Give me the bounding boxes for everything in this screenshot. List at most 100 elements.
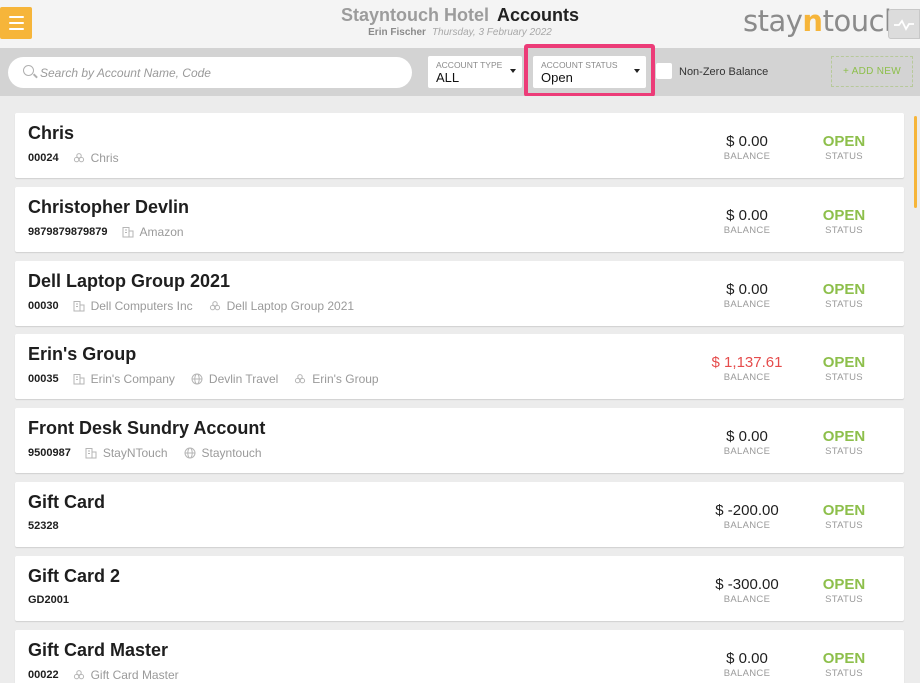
balance-block: $ 0.00 BALANCE	[685, 281, 809, 310]
balance-block: $ 0.00 BALANCE	[685, 133, 809, 162]
account-tag: Erin's Company	[73, 372, 175, 386]
search-input[interactable]	[40, 57, 405, 88]
balance-amount: $ 0.00	[726, 281, 768, 298]
non-zero-balance-label: Non-Zero Balance	[679, 66, 769, 78]
account-tag: Dell Computers Inc	[73, 299, 193, 313]
account-tag-text: Gift Card Master	[90, 668, 179, 682]
balance-block: $ 0.00 BALANCE	[685, 428, 809, 457]
account-tag-text: Chris	[90, 151, 119, 165]
search-box[interactable]	[8, 57, 412, 88]
company-icon	[122, 226, 134, 238]
account-tag: Gift Card Master	[73, 668, 179, 682]
account-code: 52328	[28, 520, 59, 532]
account-type-label: ACCOUNT TYPE	[436, 60, 503, 70]
balance-amount: $ 0.00	[726, 650, 768, 667]
account-card[interactable]: Front Desk Sundry Account 9500987 StayNTou…	[15, 408, 904, 473]
account-type-select[interactable]: ACCOUNT TYPE ALL	[428, 56, 522, 88]
account-tag: Devlin Travel	[191, 372, 278, 386]
account-card[interactable]: Gift Card Master 00022 Gift Card Master $ 0…	[15, 630, 904, 683]
status-caption: STATUS	[825, 446, 863, 457]
account-tag: Erin's Group	[294, 372, 379, 386]
add-new-button[interactable]: + ADD NEW	[831, 56, 913, 87]
status-block: OPEN STATUS	[801, 650, 887, 679]
balance-amount: $ 0.00	[726, 428, 768, 445]
filter-bar: ACCOUNT TYPE ALL ACCOUNT STATUS Open	[0, 48, 920, 96]
account-tag-text: Devlin Travel	[208, 372, 279, 386]
company-icon	[73, 300, 85, 312]
company-icon	[85, 447, 97, 459]
search-icon	[23, 65, 34, 76]
account-name: Dell Laptop Group 2021	[28, 271, 231, 291]
globe-icon	[184, 447, 196, 459]
account-name: Gift Card	[28, 492, 106, 512]
group-icon	[294, 373, 306, 385]
account-code: 9879879879879	[28, 226, 108, 238]
balance-amount: $ 1,137.61	[711, 354, 783, 371]
group-icon	[73, 152, 85, 164]
account-tag-text: Erin's Group	[312, 372, 379, 386]
caret-down-icon	[510, 69, 516, 73]
status-caption: STATUS	[825, 151, 863, 162]
balance-block: $ 1,137.61 BALANCE	[685, 354, 809, 383]
balance-amount: $ -200.00	[715, 502, 779, 519]
account-meta: GD2001	[28, 594, 83, 606]
balance-caption: BALANCE	[723, 668, 771, 679]
account-name: Gift Card Master	[28, 640, 169, 660]
status-caption: STATUS	[825, 225, 863, 236]
account-code: 9500987	[28, 447, 71, 459]
account-tag: Stayntouch	[184, 446, 262, 460]
account-card[interactable]: Gift Card 52328 $ -200.00 BALANCE OPEN STATUS	[15, 482, 904, 547]
status-badge: OPEN	[822, 281, 866, 298]
status-badge: OPEN	[822, 650, 866, 667]
balance-amount: $ -300.00	[715, 576, 779, 593]
page-title: Accounts	[497, 5, 580, 25]
account-code: 00022	[28, 669, 59, 681]
accounts-list[interactable]: Chris 00024 Chris $ 0.00 BALANCE OPEN STATUS Ch…	[0, 96, 920, 683]
stayntouch-logo: stayntouch	[743, 4, 902, 38]
scrollbar-thumb[interactable]	[914, 116, 917, 208]
activity-button[interactable]	[888, 9, 920, 39]
non-zero-balance-checkbox[interactable]	[656, 63, 672, 79]
account-meta: 00022 Gift Card Master	[28, 668, 195, 682]
balance-caption: BALANCE	[723, 446, 771, 457]
balance-amount: $ 0.00	[726, 207, 768, 224]
account-card[interactable]: Gift Card 2 GD2001 $ -300.00 BALANCE OPEN STA…	[15, 556, 904, 621]
balance-block: $ 0.00 BALANCE	[685, 650, 809, 679]
account-card[interactable]: Erin's Group 00035 Erin's Company Devlin Tr…	[15, 334, 904, 399]
globe-icon	[191, 373, 203, 385]
status-badge: OPEN	[822, 576, 866, 593]
status-block: OPEN STATUS	[801, 281, 887, 310]
account-tag-text: Erin's Company	[90, 372, 175, 386]
status-caption: STATUS	[825, 594, 863, 605]
account-card[interactable]: Dell Laptop Group 2021 00030 Dell Computer…	[15, 261, 904, 326]
account-code: 00030	[28, 300, 59, 312]
status-block: OPEN STATUS	[801, 207, 887, 236]
balance-caption: BALANCE	[723, 299, 771, 310]
status-caption: STATUS	[825, 372, 863, 383]
balance-caption: BALANCE	[723, 372, 771, 383]
status-block: OPEN STATUS	[801, 502, 887, 531]
account-meta: 00024 Chris	[28, 151, 135, 165]
status-badge: OPEN	[822, 207, 866, 224]
account-tag: Amazon	[122, 225, 184, 239]
account-meta: 9879879879879 Amazon	[28, 225, 200, 239]
account-meta: 9500987 StayNTouch Stayntouch	[28, 446, 278, 460]
account-tag-text: Dell Laptop Group 2021	[226, 299, 355, 313]
status-block: OPEN STATUS	[801, 576, 887, 605]
user-name: Erin Fischer	[368, 27, 426, 38]
status-badge: OPEN	[822, 133, 866, 150]
group-icon	[73, 669, 85, 681]
balance-caption: BALANCE	[723, 594, 771, 605]
account-meta: 52328	[28, 520, 73, 532]
balance-caption: BALANCE	[723, 520, 771, 531]
account-tag: StayNTouch	[85, 446, 168, 460]
company-icon	[73, 373, 85, 385]
account-card[interactable]: Chris 00024 Chris $ 0.00 BALANCE OPEN STATUS	[15, 113, 904, 178]
status-block: OPEN STATUS	[801, 133, 887, 162]
hotel-name: Stayntouch Hotel	[340, 5, 489, 25]
account-tag-text: StayNTouch	[102, 446, 168, 460]
logo-prefix: stay	[743, 4, 803, 38]
account-tag: Chris	[73, 151, 119, 165]
highlight-box	[524, 44, 655, 97]
account-card[interactable]: Christopher Devlin 9879879879879 Amazon $ 0…	[15, 187, 904, 252]
